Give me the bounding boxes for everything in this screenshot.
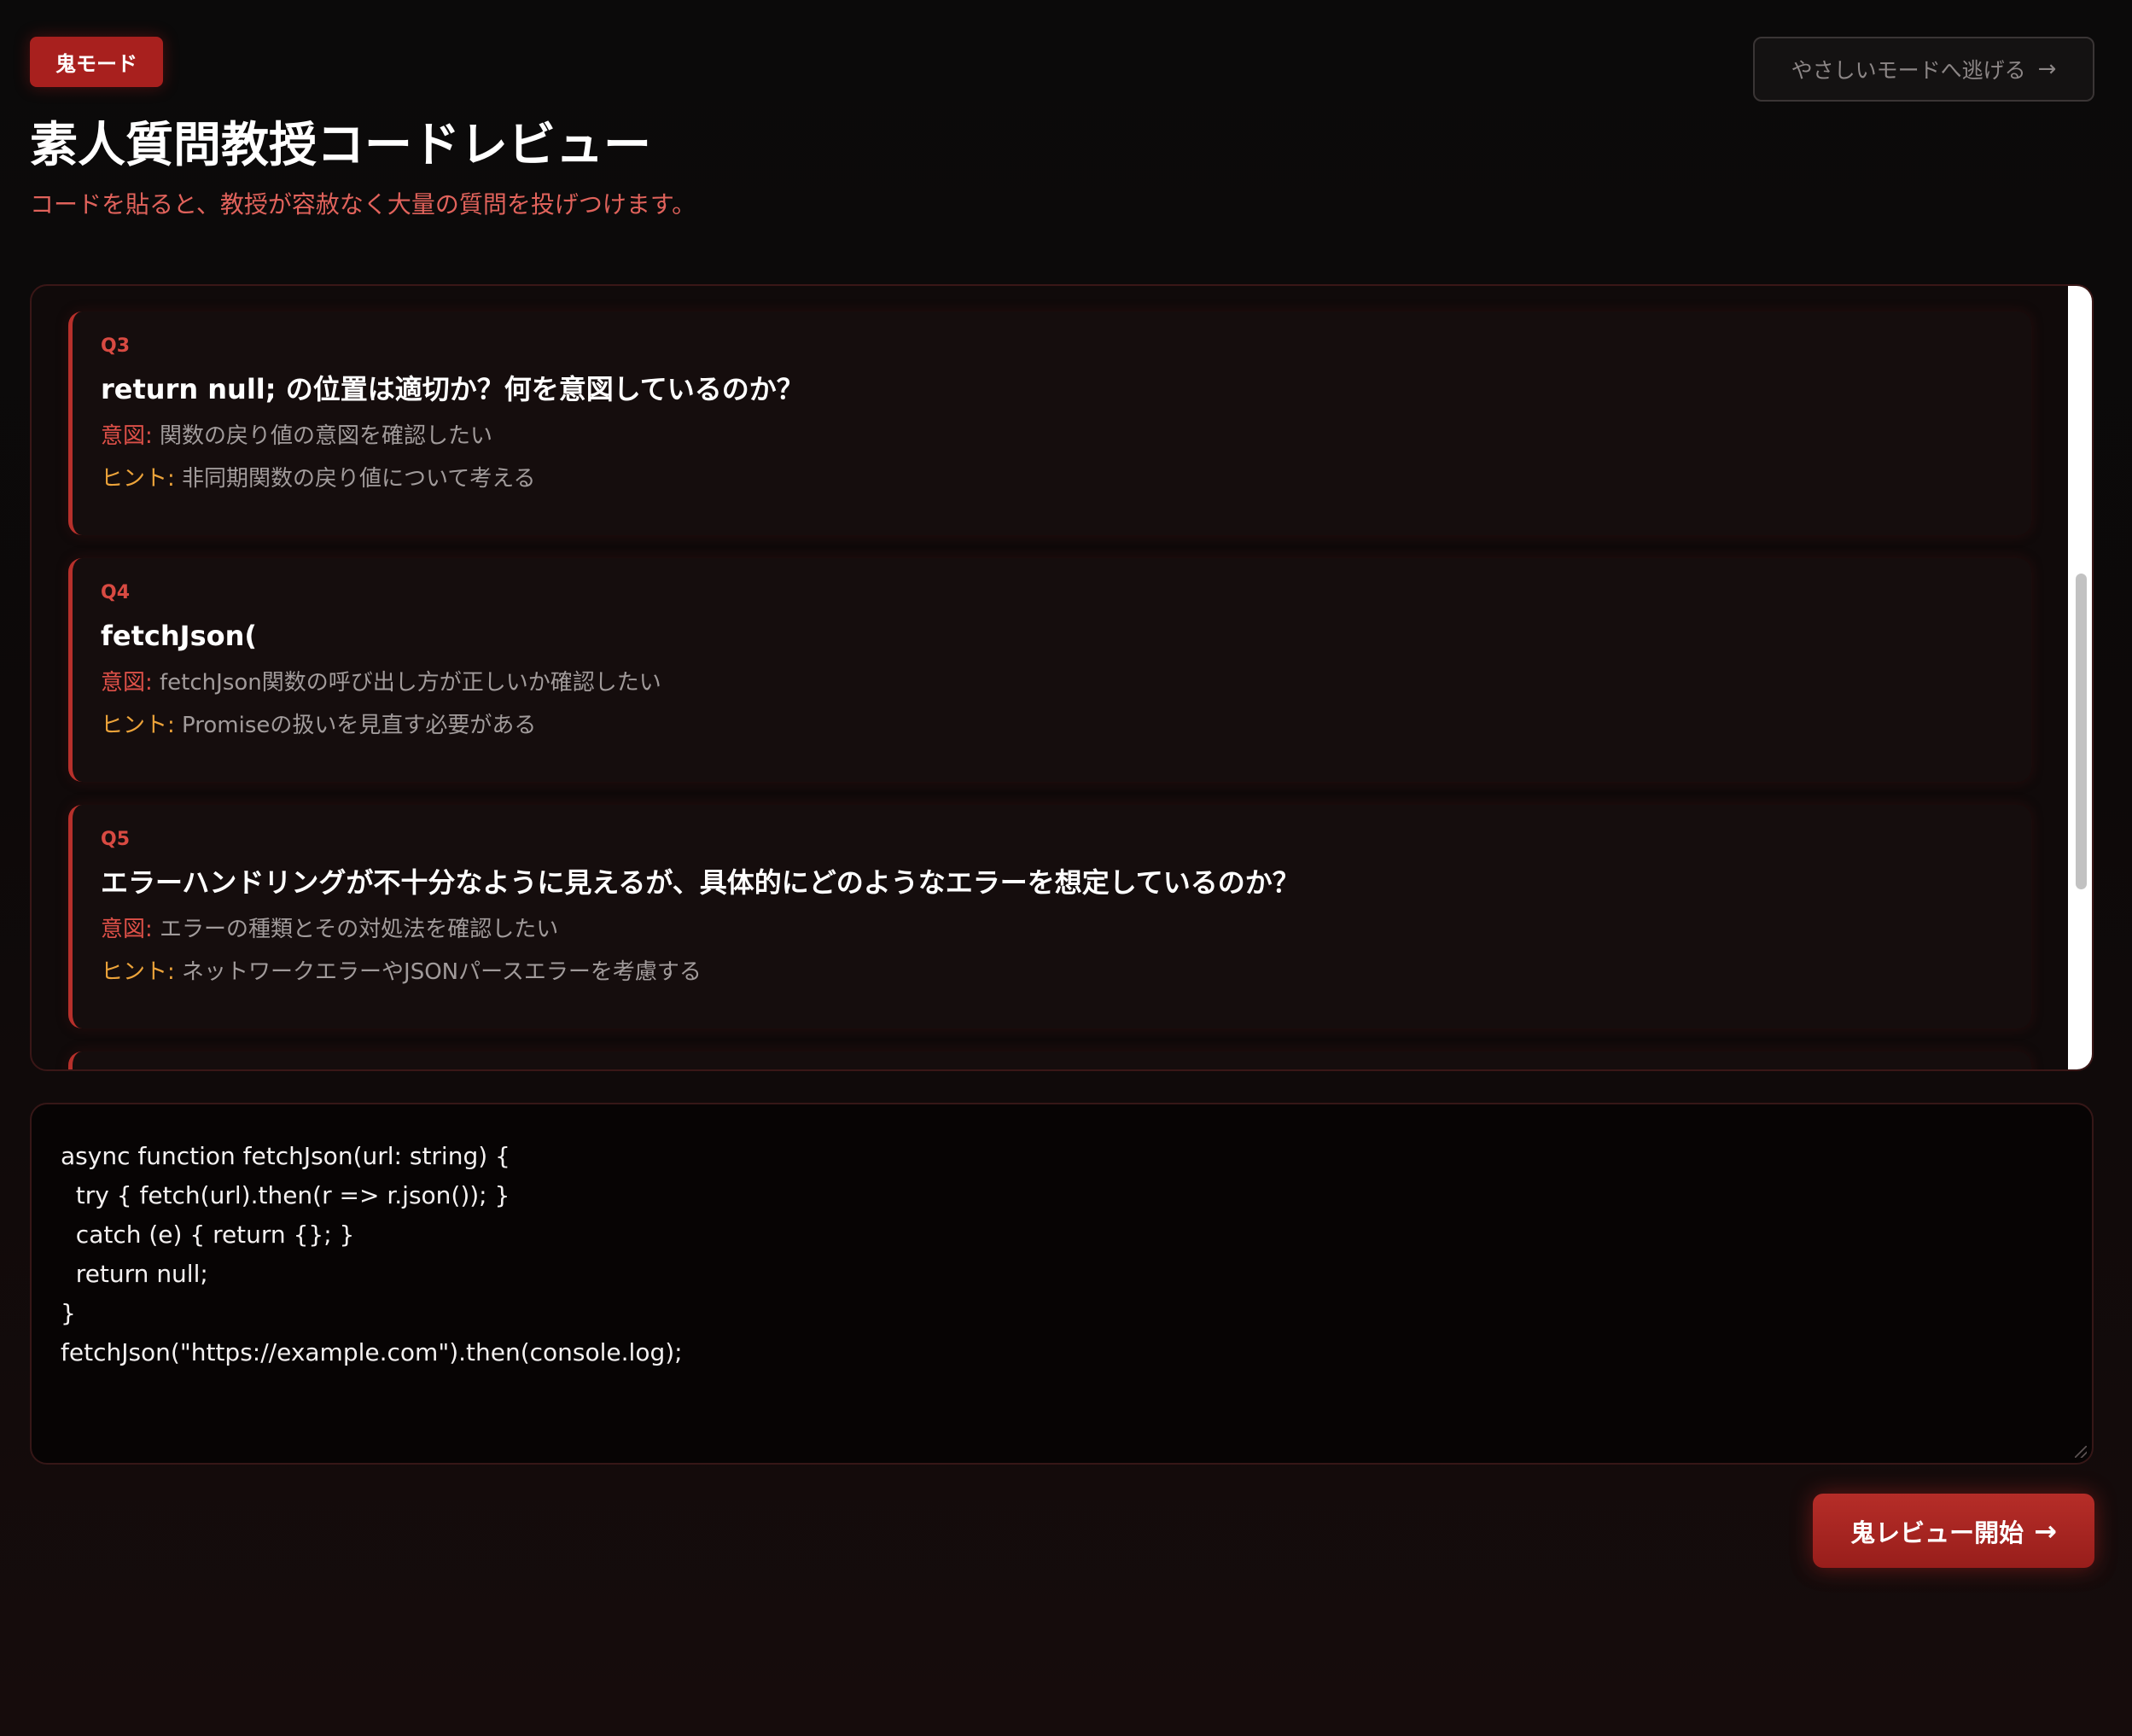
question-number: Q3 [101, 335, 131, 357]
question-list: Q3 return null; の位置は適切か？何を意図しているのか？ 意図: … [68, 312, 2031, 1069]
intent-text: エラーの種類とその対処法を確認したい [160, 917, 559, 942]
hint-text: ネットワークエラーやJSONパースエラーを考慮する [182, 959, 702, 985]
oni-mode-badge: 鬼モード [30, 37, 163, 87]
hint-text: Promiseの扱いを見直す必要がある [182, 713, 537, 738]
intent-text: fetchJson関数の呼び出し方が正しいか確認したい [160, 670, 661, 696]
start-oni-review-button[interactable]: 鬼レビュー開始 → [1813, 1494, 2094, 1568]
page-subtitle: コードを貼ると、教授が容赦なく大量の質問を投げつけます。 [30, 190, 696, 218]
question-card: Q4 fetchJson( 意図: fetchJson関数の呼び出し方が正しいか… [68, 558, 2031, 782]
page-title: 素人質問教授コードレビュー [30, 118, 651, 173]
escape-to-gentle-mode-button[interactable]: やさしいモードへ逃げる → [1753, 37, 2094, 102]
question-intent: 意図: 関数の戻り値の意図を確認したい [101, 425, 2031, 447]
code-input-textarea[interactable]: async function fetchJson(url: string) { … [30, 1103, 2094, 1465]
arrow-right-icon: → [2037, 56, 2057, 82]
hint-label: ヒント: [101, 466, 175, 492]
start-button-label: 鬼レビュー開始 [1850, 1518, 2024, 1547]
question-intent: 意図: エラーの種類とその対処法を確認したい [101, 918, 2031, 941]
intent-label: 意図: [101, 670, 153, 696]
question-card: Q5 エラーハンドリングが不十分なように見えるが、具体的にどのようなエラーを想定… [68, 805, 2031, 1028]
scrollbar-thumb[interactable] [2076, 574, 2087, 889]
escape-button-label: やさしいモードへ逃げる [1791, 58, 2026, 83]
question-card: Q3 return null; の位置は適切か？何を意図しているのか？ 意図: … [68, 312, 2031, 535]
question-hint: ヒント: Promiseの扱いを見直す必要がある [101, 714, 2031, 737]
hint-label: ヒント: [101, 959, 175, 985]
question-text: エラーハンドリングが不十分なように見えるが、具体的にどのようなエラーを想定してい… [101, 866, 1300, 899]
intent-text: 関数の戻り値の意図を確認したい [160, 423, 493, 449]
question-number: Q4 [101, 582, 131, 603]
question-hint: ヒント: 非同期関数の戻り値について考える [101, 468, 2031, 490]
question-hint: ヒント: ネットワークエラーやJSONパースエラーを考慮する [101, 961, 2031, 983]
question-number: Q5 [101, 829, 131, 850]
arrow-right-icon: → [2034, 1514, 2057, 1547]
question-text: return null; の位置は適切か？何を意図しているのか？ [101, 373, 804, 405]
question-text: fetchJson( [101, 620, 258, 652]
intent-label: 意図: [101, 917, 153, 942]
textarea-resize-handle[interactable] [2075, 1446, 2087, 1458]
hint-label: ヒント: [101, 713, 175, 738]
question-list-scrollbar[interactable] [2068, 286, 2092, 1069]
question-list-panel[interactable]: Q3 return null; の位置は適切か？何を意図しているのか？ 意図: … [30, 284, 2094, 1071]
intent-label: 意図: [101, 423, 153, 449]
question-intent: 意図: fetchJson関数の呼び出し方が正しいか確認したい [101, 672, 2031, 694]
hint-text: 非同期関数の戻り値について考える [182, 466, 536, 492]
question-card-next [68, 1052, 2031, 1069]
